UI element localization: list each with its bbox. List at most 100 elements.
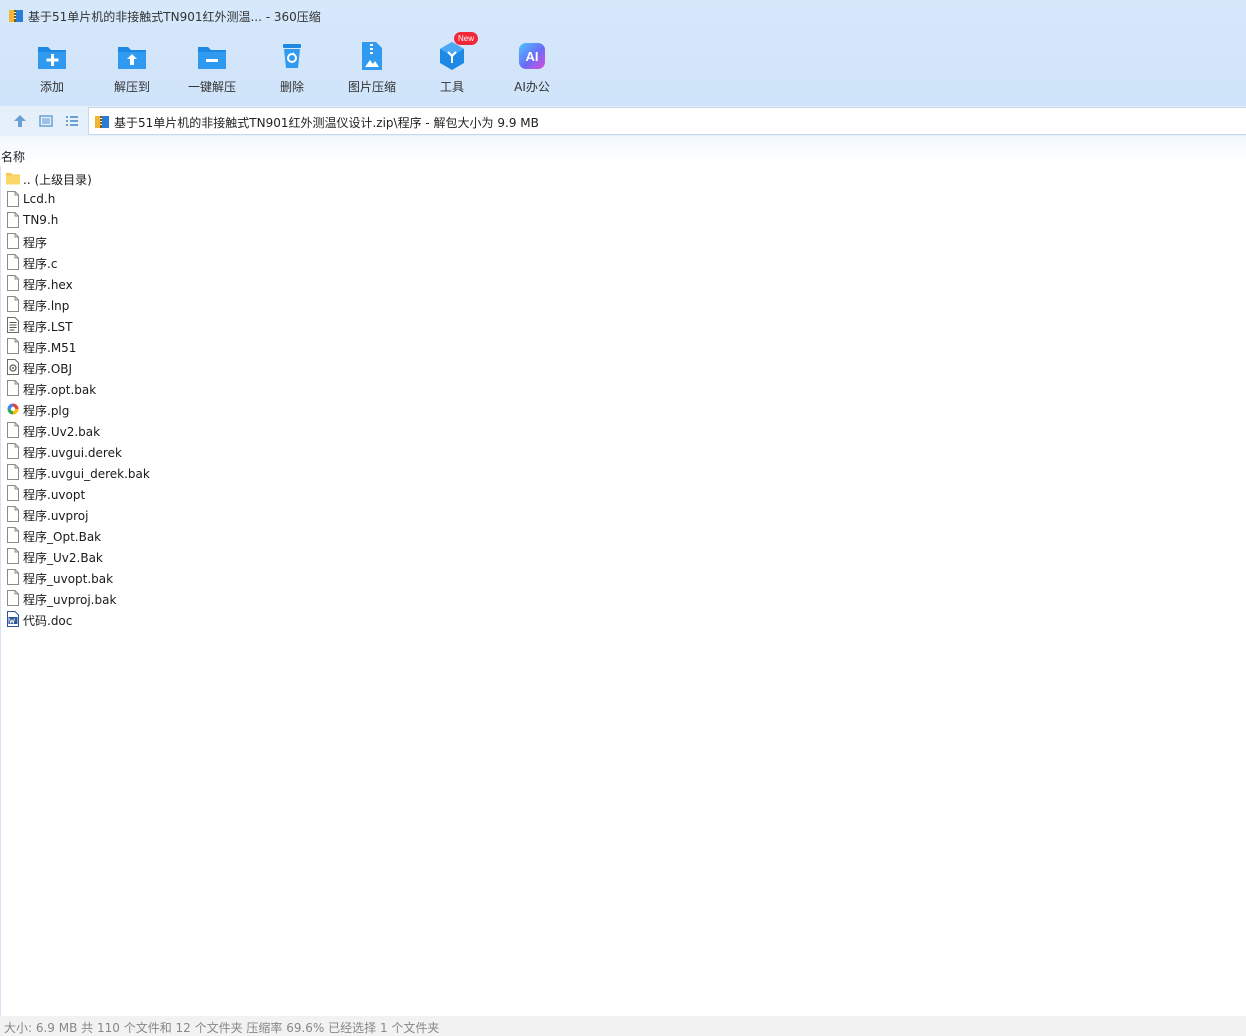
file-icon [6, 254, 20, 270]
file-row[interactable]: 程序.uvgui.derek [0, 441, 1246, 462]
status-text: 大小: 6.9 MB 共 110 个文件和 12 个文件夹 压缩率 69.6% … [4, 1021, 440, 1035]
parent-folder-icon [6, 170, 20, 186]
extract-to-icon [118, 47, 146, 69]
file-row[interactable]: 程序_uvopt.bak [0, 567, 1246, 588]
file-name: 程序 [23, 236, 48, 250]
file-list: .. (上级目录) Lcd.h TN9.h 程序程序.c 程序.hex 程序.lnp 程序.… [0, 168, 1246, 630]
delete-icon [283, 44, 301, 68]
title-bar: 基于51单片机的非接触式TN901红外测温... - 360压缩 [0, 0, 1246, 32]
file-row[interactable]: 程序.uvopt [0, 483, 1246, 504]
file-icon [6, 212, 20, 228]
image-compress-button[interactable]: 图片压缩 [332, 36, 412, 100]
add-label: 添加 [39, 80, 64, 94]
file-name: 程序.uvopt [23, 488, 86, 502]
file-icon [6, 191, 20, 207]
object-file-icon [6, 359, 20, 375]
file-icon [6, 527, 20, 543]
column-header: 名称 [0, 136, 1246, 166]
thumbnail-view-icon[interactable] [38, 113, 54, 129]
list-view-icon[interactable] [64, 113, 80, 129]
file-name: 程序_Uv2.Bak [23, 551, 103, 565]
name-column-header[interactable]: 名称 [1, 148, 25, 165]
toolbar-area: 基于51单片机的非接触式TN901红外测温... - 360压缩 添加 解压到 [0, 0, 1246, 106]
file-name: 程序.c [23, 257, 58, 271]
file-row[interactable]: Lcd.h [0, 189, 1246, 210]
ai-office-label: AI办公 [514, 80, 550, 94]
file-icon [6, 569, 20, 585]
file-name: .. (上级目录) [23, 173, 92, 187]
file-name: 程序.uvgui.derek [23, 446, 122, 460]
file-row[interactable]: 程序_Uv2.Bak [0, 546, 1246, 567]
file-name: TN9.h [23, 213, 59, 227]
archive-icon [95, 116, 109, 128]
file-name: 程序.opt.bak [23, 383, 97, 397]
status-bar: 大小: 6.9 MB 共 110 个文件和 12 个文件夹 压缩率 69.6% … [0, 1016, 1246, 1036]
path-text: 基于51单片机的非接触式TN901红外测温仪设计.zip\程序 - 解包大小为 … [114, 116, 539, 130]
delete-label: 删除 [279, 80, 304, 94]
file-row[interactable]: 程序.OBJ [0, 357, 1246, 378]
file-icon [6, 380, 20, 396]
file-row[interactable]: 程序.Uv2.bak [0, 420, 1246, 441]
extract-to-button[interactable]: 解压到 [92, 36, 172, 100]
one-click-extract-button[interactable]: 一键解压 [172, 36, 252, 100]
file-icon [6, 590, 20, 606]
file-row[interactable]: 程序 [0, 231, 1246, 252]
file-row[interactable]: 程序.plg [0, 399, 1246, 420]
file-icon [6, 443, 20, 459]
file-name: Lcd.h [23, 192, 56, 206]
file-name: 程序.uvproj [23, 509, 89, 523]
file-icon [6, 506, 20, 522]
file-name: 程序.LST [23, 320, 73, 334]
ai-icon-text: AI [526, 49, 539, 64]
file-row[interactable]: 程序_Opt.Bak [0, 525, 1246, 546]
extract-to-label: 解压到 [113, 80, 150, 94]
file-row[interactable]: 程序.LST [0, 315, 1246, 336]
file-name: 代码.doc [23, 614, 73, 628]
file-row[interactable]: 程序.hex [0, 273, 1246, 294]
parent-directory-row[interactable]: .. (上级目录) [0, 168, 1246, 189]
ai-office-icon: AI [519, 43, 545, 69]
new-badge: New [454, 32, 479, 45]
file-icon [6, 422, 20, 438]
file-row[interactable]: 程序.lnp [0, 294, 1246, 315]
file-row[interactable]: 程序.M51 [0, 336, 1246, 357]
file-name: 程序_uvproj.bak [23, 593, 117, 607]
file-icon [6, 233, 20, 249]
file-row[interactable]: 程序_uvproj.bak [0, 588, 1246, 609]
file-icon [6, 338, 20, 354]
add-folder-icon [38, 47, 66, 69]
file-row[interactable]: 程序.c [0, 252, 1246, 273]
file-icon [6, 296, 20, 312]
tools-button[interactable]: New 工具 [412, 32, 492, 100]
file-icon [6, 464, 20, 480]
file-name: 程序.M51 [23, 341, 77, 355]
add-button[interactable]: 添加 [12, 36, 92, 100]
file-row[interactable]: 程序.opt.bak [0, 378, 1246, 399]
image-compress-label: 图片压缩 [347, 80, 396, 94]
file-name: 程序.Uv2.bak [23, 425, 101, 439]
file-row[interactable]: TN9.h [0, 210, 1246, 231]
text-file-icon [6, 317, 20, 333]
one-click-extract-label: 一键解压 [187, 80, 236, 94]
file-name: 程序.OBJ [23, 362, 73, 376]
file-name: 程序.lnp [23, 299, 70, 313]
file-name: 程序.uvgui_derek.bak [23, 467, 150, 481]
file-row[interactable]: 代码.doc [0, 609, 1246, 630]
delete-button[interactable]: 删除 [252, 36, 332, 100]
file-name: 程序.plg [23, 404, 70, 418]
ai-office-button[interactable]: AI AI办公 [492, 36, 572, 100]
file-icon [6, 275, 20, 291]
file-name: 程序_uvopt.bak [23, 572, 114, 586]
image-compress-icon [362, 42, 382, 70]
up-arrow-icon[interactable] [12, 113, 28, 129]
word-doc-icon [6, 611, 20, 627]
tools-label: 工具 [439, 80, 464, 94]
archive-app-icon [9, 10, 23, 22]
file-name: 程序_Opt.Bak [23, 530, 102, 544]
path-input[interactable]: 基于51单片机的非接触式TN901红外测温仪设计.zip\程序 - 解包大小为 … [88, 107, 1246, 135]
one-click-extract-icon [198, 47, 226, 69]
file-name: 程序.hex [23, 278, 73, 292]
file-icon [6, 485, 20, 501]
file-row[interactable]: 程序.uvproj [0, 504, 1246, 525]
file-row[interactable]: 程序.uvgui_derek.bak [0, 462, 1246, 483]
